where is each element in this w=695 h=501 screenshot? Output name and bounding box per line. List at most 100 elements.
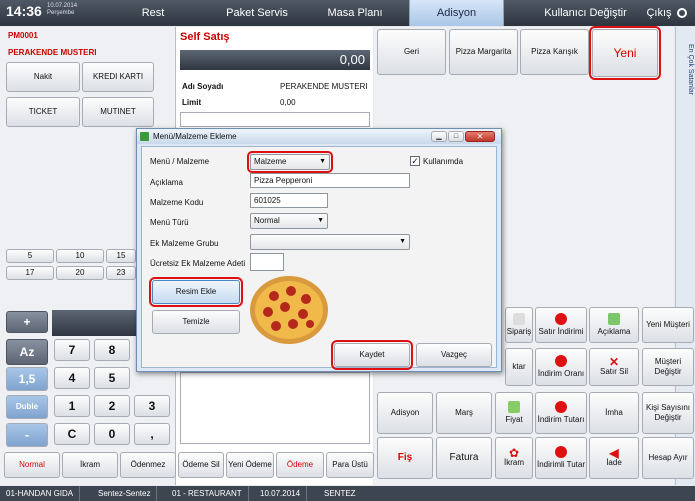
- key-5[interactable]: 5: [94, 367, 130, 389]
- delete-line-button[interactable]: ✕ Satır Sil: [589, 348, 639, 386]
- key-3[interactable]: 3: [134, 395, 170, 417]
- pizza-karisik-button[interactable]: Pizza Karışık: [520, 29, 589, 75]
- order-label: Sipariş: [506, 327, 532, 336]
- split-bill-button[interactable]: Hesap Ayır: [642, 437, 694, 479]
- exit-button[interactable]: Çıkış: [644, 0, 674, 26]
- name-value: PERAKENDE MUSTERI: [280, 82, 368, 91]
- minus-key[interactable]: -: [6, 423, 48, 447]
- discount-amount-label: İndirim Tutarı: [537, 415, 585, 424]
- line-discount-button[interactable]: Satır İndirimi: [535, 307, 587, 343]
- treat-label: İkram: [504, 458, 524, 467]
- side-tab-best-sellers[interactable]: En Çok Satanlar: [687, 44, 694, 95]
- discount-rate-button[interactable]: İndirim Oranı: [535, 348, 587, 386]
- double-key[interactable]: Duble: [6, 395, 48, 419]
- menu-type-label: Menü Türü: [150, 218, 189, 227]
- add-image-button[interactable]: Resim Ekle: [149, 277, 243, 307]
- extra-group-select[interactable]: ▼: [250, 234, 410, 250]
- quick-number-17[interactable]: 17: [6, 266, 54, 280]
- return-button[interactable]: ◀ İade: [589, 437, 639, 479]
- clock-date: 10.07.2014 Perşembe: [47, 3, 77, 17]
- receipt-button[interactable]: Fiş: [377, 437, 433, 479]
- tab-paket-servis[interactable]: Paket Servis: [212, 0, 302, 26]
- dialog-body: Menü / Malzeme Malzeme ▼ ✓ Kullanımda Açı…: [141, 146, 497, 370]
- change-button[interactable]: Para Üstü: [326, 452, 374, 478]
- change-guest-count-button[interactable]: Kişi Sayısını Değiştir: [642, 392, 694, 434]
- delete-x-icon: ✕: [608, 355, 620, 369]
- discounted-amount-button[interactable]: İndirimli Tutar: [535, 437, 587, 479]
- invoice-button[interactable]: Fatura: [436, 437, 492, 479]
- new-customer-button[interactable]: Yeni Müşteri: [642, 307, 694, 343]
- description-input[interactable]: Pizza Pepperoni: [250, 173, 410, 188]
- payment-credit-card-button[interactable]: KREDI KARTI: [82, 62, 154, 92]
- transfer-button[interactable]: ktar: [505, 348, 533, 386]
- app-icon: [140, 132, 149, 141]
- active-checkbox[interactable]: ✓: [410, 156, 420, 166]
- cancel-button[interactable]: Vazgeç: [416, 343, 492, 367]
- key-4[interactable]: 4: [54, 367, 90, 389]
- limit-value: 0,00: [280, 98, 296, 107]
- order-button[interactable]: Sipariş: [505, 307, 533, 343]
- destroy-button[interactable]: İmha: [589, 392, 639, 434]
- payment-ticket-button[interactable]: TICKET: [6, 97, 80, 127]
- one-and-half-key[interactable]: 1,5: [6, 367, 48, 391]
- clock-time: 14:36: [6, 3, 42, 19]
- user-switch-button[interactable]: Kullanıcı Değiştir: [533, 0, 638, 26]
- description-label: Açıklama: [150, 178, 183, 187]
- discount-amount-button[interactable]: İndirim Tutarı: [535, 392, 587, 434]
- ikram-mode-button[interactable]: İkram: [62, 452, 118, 478]
- quick-number-15[interactable]: 15: [106, 249, 136, 263]
- payments-list[interactable]: [180, 372, 370, 444]
- adisyon-button[interactable]: Adisyon: [377, 392, 433, 434]
- maximize-button[interactable]: □: [448, 131, 464, 142]
- key-8[interactable]: 8: [94, 339, 130, 361]
- discounted-amount-label: İndirimli Tutar: [536, 460, 585, 469]
- clear-image-button[interactable]: Temizle: [152, 310, 240, 334]
- note-field[interactable]: [180, 112, 370, 127]
- payment-button[interactable]: Ödeme: [276, 452, 324, 478]
- new-button[interactable]: Yeni: [589, 26, 661, 80]
- status-bar: 01-HANDAN GIDA Sentez-Sentez 01 - RESTAU…: [0, 486, 695, 501]
- quick-number-20[interactable]: 20: [56, 266, 104, 280]
- quick-number-5[interactable]: 5: [6, 249, 54, 263]
- change-customer-button[interactable]: Müşteri Değiştir: [642, 348, 694, 386]
- key-2[interactable]: 2: [94, 395, 130, 417]
- mars-button[interactable]: Marş: [436, 392, 492, 434]
- free-extra-label: Ücretsiz Ek Malzeme Adeti: [150, 259, 246, 268]
- clear-key[interactable]: C: [54, 423, 90, 445]
- minimize-button[interactable]: ▁: [431, 131, 447, 142]
- close-button[interactable]: ✕: [465, 131, 495, 142]
- key-7[interactable]: 7: [54, 339, 90, 361]
- az-key[interactable]: Az: [6, 339, 48, 365]
- free-extra-input[interactable]: [250, 253, 284, 271]
- tab-rest[interactable]: Rest: [118, 0, 188, 26]
- pizza-margarita-button[interactable]: Pizza Margarita: [449, 29, 518, 75]
- quick-number-10[interactable]: 10: [56, 249, 104, 263]
- treat-button[interactable]: ✿ İkram: [495, 437, 533, 479]
- menu-type-select[interactable]: Normal ▼: [250, 213, 328, 229]
- payment-mutinet-button[interactable]: MUTINET: [82, 97, 154, 127]
- back-button[interactable]: Geri: [377, 29, 446, 75]
- normal-button[interactable]: Normal: [4, 452, 60, 478]
- key-1[interactable]: 1: [54, 395, 90, 417]
- name-label: Adı Soyadı: [182, 82, 224, 91]
- power-icon[interactable]: [677, 8, 687, 18]
- note-button[interactable]: Açıklama: [589, 307, 639, 343]
- tab-adisyon[interactable]: Adisyon: [409, 0, 504, 26]
- footer-date: 10.07.2014: [254, 486, 308, 501]
- code-input[interactable]: 601025: [250, 193, 328, 208]
- quick-number-23[interactable]: 23: [106, 266, 136, 280]
- payment-cash-button[interactable]: Nakit: [6, 62, 80, 92]
- key-0[interactable]: 0: [94, 423, 130, 445]
- payment-delete-button[interactable]: Ödeme Sil: [178, 452, 224, 478]
- menu-material-dialog: Menü/Malzeme Ekleme ▁ □ ✕ Menü / Malzeme…: [136, 128, 502, 372]
- day-text: Perşembe: [47, 10, 75, 16]
- comma-key[interactable]: ,: [134, 423, 170, 445]
- new-payment-button[interactable]: Yeni Ödeme: [226, 452, 274, 478]
- odenmez-button[interactable]: Ödenmez: [120, 452, 176, 478]
- save-button[interactable]: Kaydet: [331, 340, 413, 370]
- menu-material-select[interactable]: Malzeme ▼: [247, 151, 333, 173]
- price-button[interactable]: Fiyat: [495, 392, 533, 434]
- plus-key[interactable]: +: [6, 311, 48, 333]
- top-bar: 14:36 10.07.2014 Perşembe Rest Paket Serv…: [0, 0, 695, 26]
- tab-masa-plani[interactable]: Masa Planı: [315, 0, 395, 26]
